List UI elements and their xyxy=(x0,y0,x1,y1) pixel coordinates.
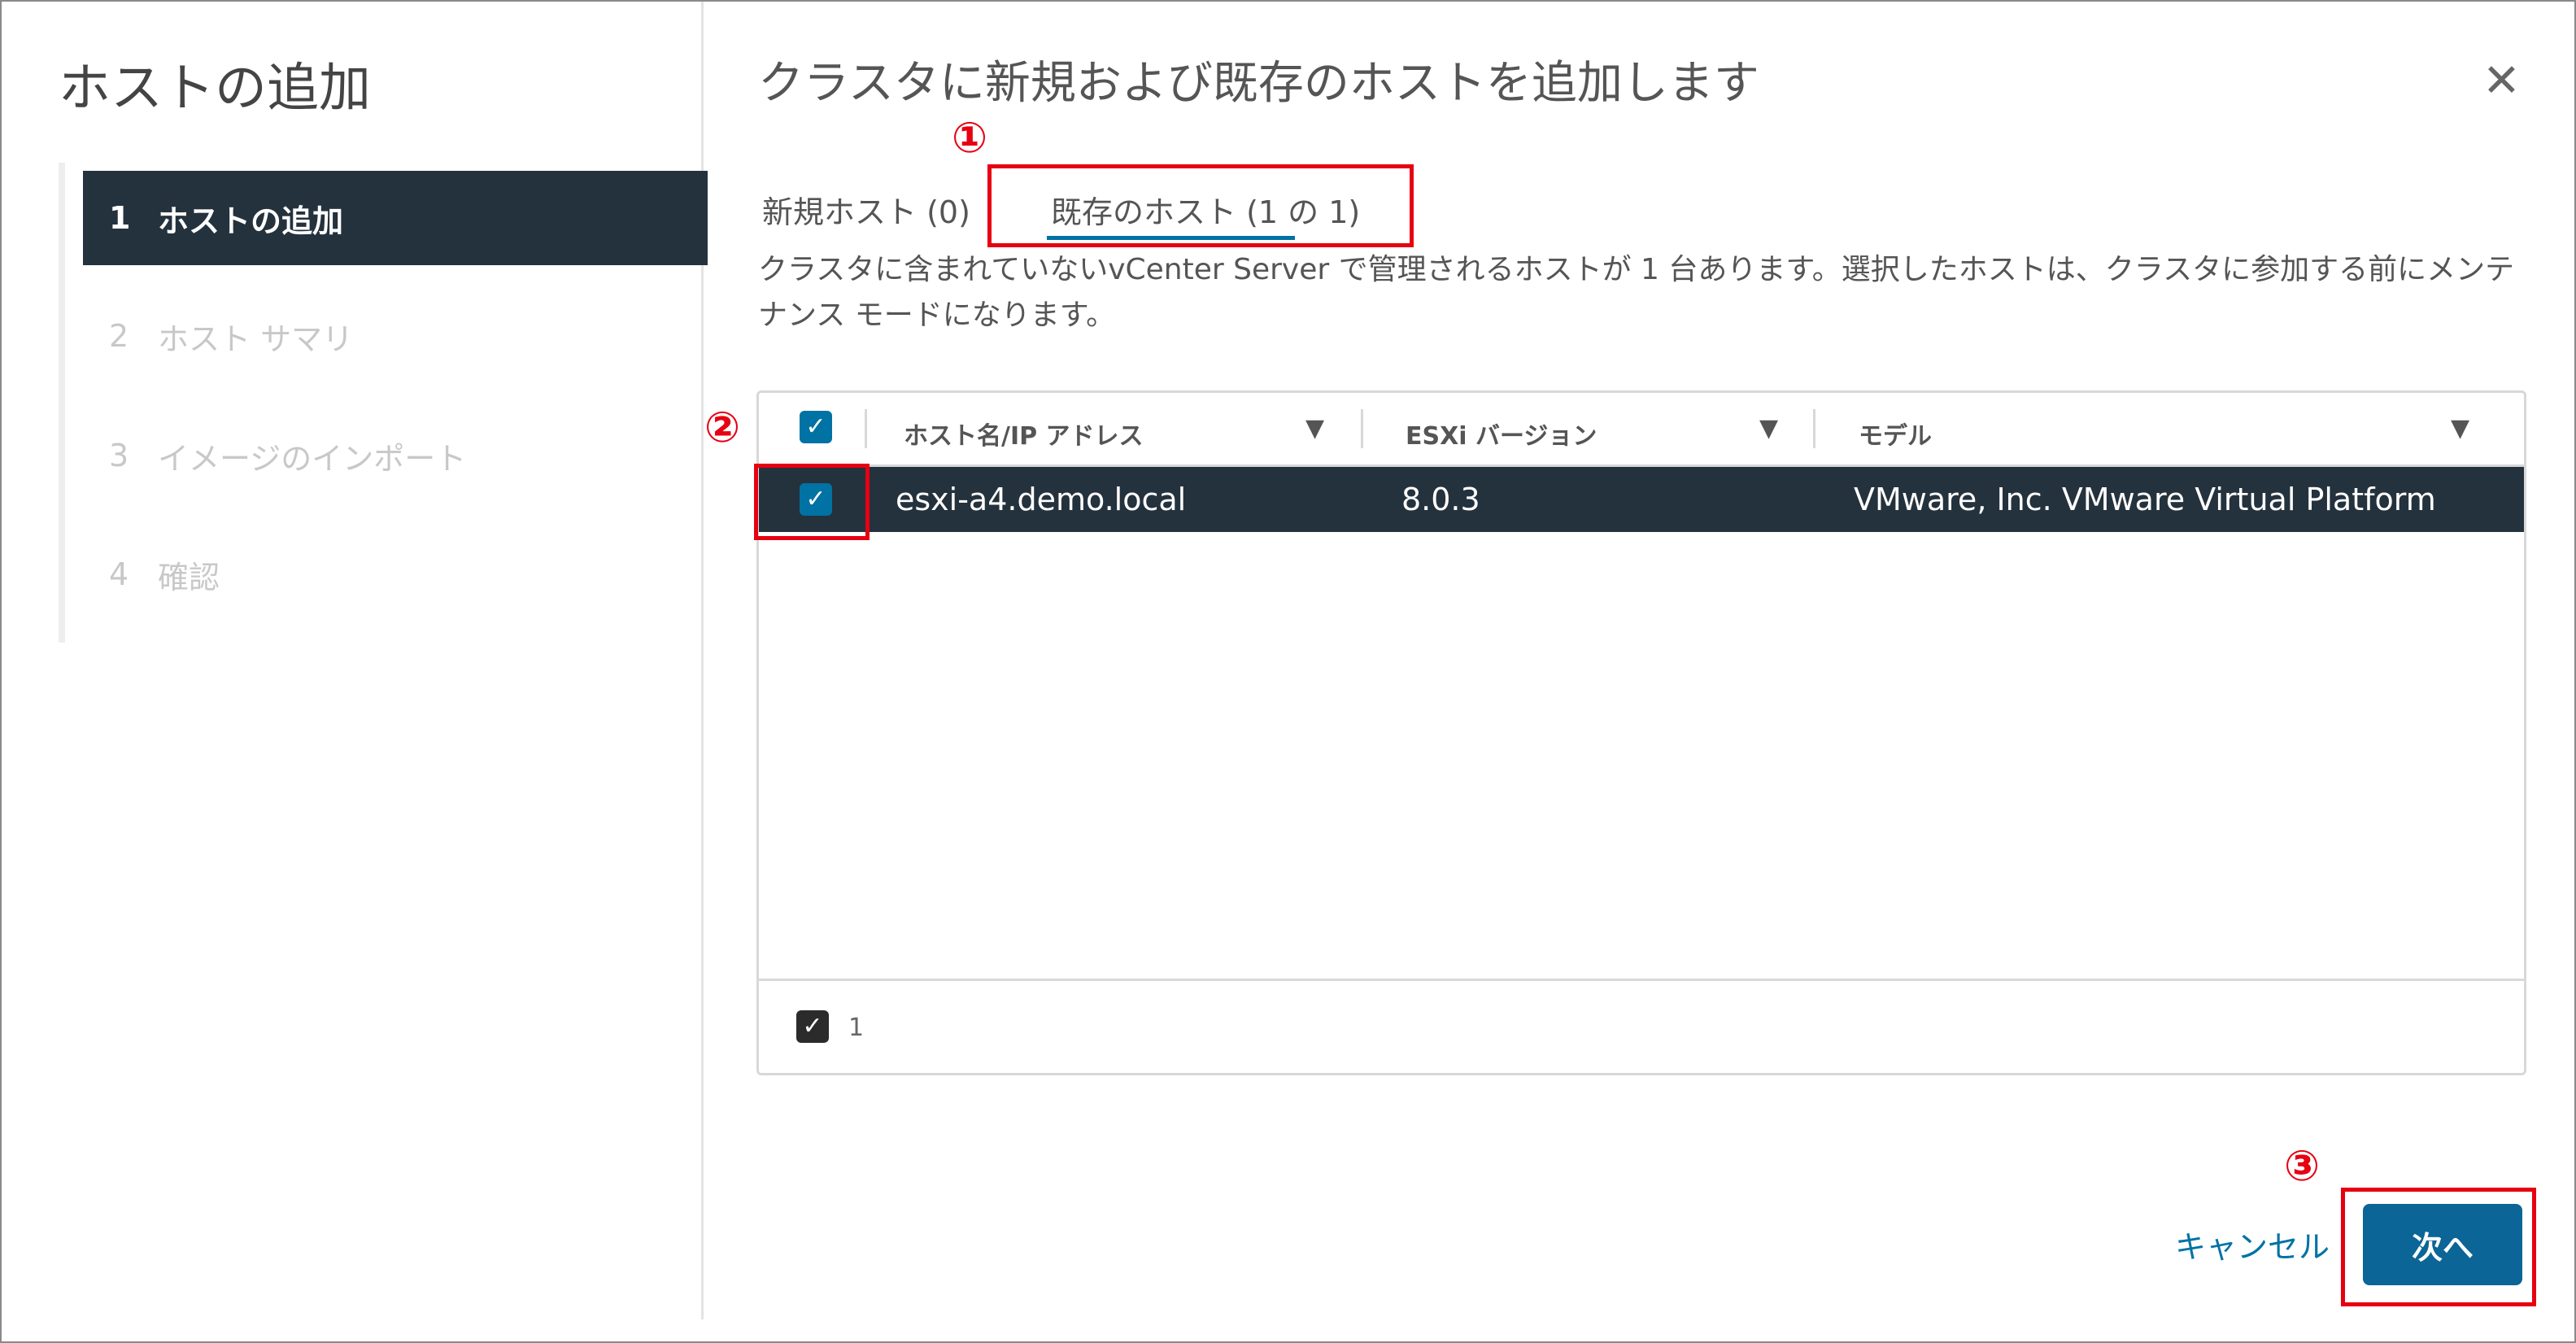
column-header-host[interactable]: ホスト名/IP アドレス xyxy=(904,416,1144,451)
model-cell: VMware, Inc. VMware Virtual Platform xyxy=(1854,482,2436,517)
tab-new-hosts[interactable]: 新規ホスト (0) xyxy=(762,187,970,232)
host-name-cell: esxi-a4.demo.local xyxy=(896,482,1187,517)
selection-count: 1 xyxy=(848,1014,865,1042)
filter-icon[interactable]: ▼ xyxy=(1759,414,1778,443)
annotation-box-1 xyxy=(987,164,1414,247)
version-cell: 8.0.3 xyxy=(1401,482,1480,517)
description-text: クラスタに含まれていないvCenter Server で管理されるホストが 1 … xyxy=(758,253,2515,332)
select-all-checkbox[interactable]: ✓ xyxy=(800,411,832,443)
column-header-model[interactable]: モデル xyxy=(1859,416,1932,451)
annotation-marker-2: ② xyxy=(704,403,741,452)
annotation-marker-3: ③ xyxy=(2284,1142,2321,1191)
grid-header: ✓ ホスト名/IP アドレス ▼ ESXi バージョン ▼ モデル ▼ xyxy=(759,393,2524,467)
host-grid: ✓ ホスト名/IP アドレス ▼ ESXi バージョン ▼ モデル ▼ ✓ es… xyxy=(756,390,2526,1075)
cancel-button[interactable]: キャンセル xyxy=(2175,1222,2330,1267)
table-row[interactable]: ✓ esxi-a4.demo.local 8.0.3 VMware, Inc. … xyxy=(759,467,2524,532)
wizard-title: ホストの追加 xyxy=(59,59,371,119)
annotation-box-2 xyxy=(754,464,870,540)
selection-count-icon: ✓ xyxy=(796,1010,829,1043)
step-label: ホスト サマリ xyxy=(158,320,354,357)
column-header-version[interactable]: ESXi バージョン xyxy=(1406,416,1597,451)
step-confirm: 4 確認 xyxy=(83,527,708,621)
grid-footer: ✓ 1 xyxy=(759,979,2524,1075)
wizard-steps: 1 ホストの追加 2 ホスト サマリ 3 イメージのインポート 4 確認 xyxy=(59,163,708,643)
step-import-image: 3 イメージのインポート xyxy=(83,408,708,503)
filter-icon[interactable]: ▼ xyxy=(2451,414,2469,443)
step-add-host[interactable]: 1 ホストの追加 xyxy=(83,171,708,265)
page-title: クラスタに新規および既存のホストを追加します xyxy=(758,57,1759,110)
step-label: 確認 xyxy=(158,559,220,595)
next-button[interactable]: 次へ xyxy=(2363,1204,2522,1285)
dialog: ホストの追加 1 ホストの追加 2 ホスト サマリ 3 イメージのインポート 4… xyxy=(0,0,2576,1343)
annotation-marker-1: ① xyxy=(952,114,988,163)
filter-icon[interactable]: ▼ xyxy=(1305,414,1324,443)
step-label: ホストの追加 xyxy=(158,203,344,239)
close-icon[interactable]: ✕ xyxy=(2482,55,2521,107)
step-label: イメージのインポート xyxy=(158,440,467,477)
wizard-sidebar: ホストの追加 1 ホストの追加 2 ホスト サマリ 3 イメージのインポート 4… xyxy=(2,2,708,1319)
step-host-summary: 2 ホスト サマリ xyxy=(83,289,708,383)
